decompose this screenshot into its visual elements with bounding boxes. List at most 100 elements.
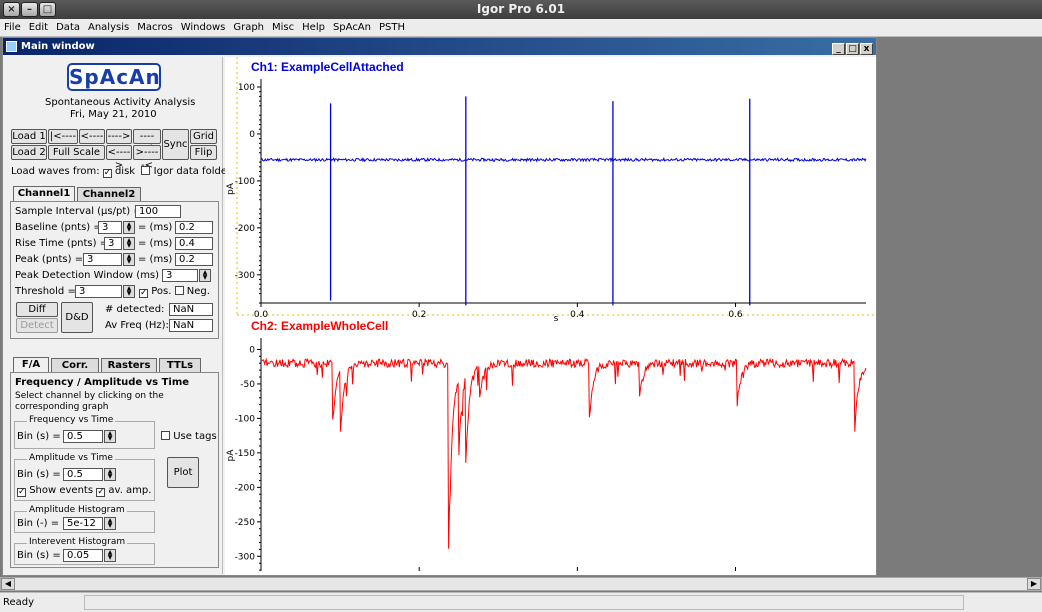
rise-time-label: Rise Time (pnts) = xyxy=(15,238,109,249)
baseline-label: Baseline (pnts) = xyxy=(15,222,102,233)
ch2-y-tick-label-3: -150 xyxy=(235,449,256,459)
menu-bar: File Edit Data Analysis Macros Windows Graph Mi… xyxy=(0,19,1042,37)
baseline-pnts-field[interactable]: 3 xyxy=(98,221,122,234)
grid-button[interactable]: Grid xyxy=(190,129,217,144)
tab-channel1[interactable]: Channel1 xyxy=(13,186,75,201)
sample-interval-label: Sample Interval (µs/pt) = xyxy=(15,206,142,217)
detected-label: # detected: xyxy=(105,304,165,315)
ch2-y-tick-label-1: -50 xyxy=(240,380,255,390)
menu-edit[interactable]: Edit xyxy=(25,19,52,37)
menu-psth[interactable]: PSTH xyxy=(375,19,409,37)
scroll-right-icon[interactable]: ▶ xyxy=(1027,578,1041,590)
tab-corr[interactable]: Corr. xyxy=(51,358,99,372)
hist-bin-stepper[interactable]: ▲ ▼ xyxy=(104,517,116,530)
maximize-window-icon[interactable]: □ xyxy=(39,2,56,17)
baseline-ms-field[interactable]: 0.2 xyxy=(175,221,213,234)
freq-bin-stepper[interactable]: ▲ ▼ xyxy=(104,430,116,443)
first-page-button[interactable]: |<---- xyxy=(48,129,78,144)
load-from-row: Load waves from: ✓ disk Igor data folder xyxy=(11,166,231,178)
load1-button[interactable]: Load 1 xyxy=(11,129,47,144)
peak-stepper[interactable]: ▲ ▼ xyxy=(123,253,135,266)
spacan-logo: SpAcAn xyxy=(67,63,161,91)
menu-help[interactable]: Help xyxy=(298,19,329,37)
rise-time-stepper[interactable]: ▲ ▼ xyxy=(123,237,135,250)
menu-graph[interactable]: Graph xyxy=(229,19,268,37)
use-tags-checkbox[interactable] xyxy=(161,431,170,440)
ch1-y-label: pA xyxy=(226,182,236,195)
ch2-y-tick-label-2: -100 xyxy=(235,414,256,424)
menu-analysis[interactable]: Analysis xyxy=(84,19,133,37)
peak-window-field[interactable]: 3 xyxy=(162,269,198,282)
close-window-icon[interactable]: × xyxy=(3,2,20,17)
horizontal-scrollbar[interactable]: ◀ ▶ xyxy=(0,577,1042,591)
close-icon[interactable]: x xyxy=(860,43,873,55)
tab-rasters[interactable]: Rasters xyxy=(101,358,157,372)
freq-bin-field[interactable]: 0.5 xyxy=(63,430,103,443)
expand-button[interactable]: >-----< xyxy=(133,145,161,171)
menu-macros[interactable]: Macros xyxy=(133,19,176,37)
rise-time-pnts-field[interactable]: 3 xyxy=(104,237,122,250)
amp-bin-stepper[interactable]: ▲ ▼ xyxy=(104,468,116,481)
disk-checkbox[interactable]: ✓ xyxy=(102,169,112,178)
tab-fa[interactable]: F/A xyxy=(13,357,49,372)
igor-folder-checkbox[interactable] xyxy=(141,166,151,175)
baseline-stepper[interactable]: ▲ ▼ xyxy=(123,221,135,234)
menu-spacan[interactable]: SpAcAn xyxy=(329,19,375,37)
neg-checkbox[interactable] xyxy=(174,286,184,295)
ch1-title: Ch1: ExampleCellAttached xyxy=(251,60,404,74)
tab-channel2[interactable]: Channel2 xyxy=(77,187,141,201)
threshold-field[interactable]: 3 xyxy=(75,285,122,298)
load-from-label: Load waves from: xyxy=(11,166,100,177)
freq-bin-label: Bin (s) = xyxy=(17,431,61,442)
menu-windows[interactable]: Windows xyxy=(177,19,230,37)
peak-pnts-field[interactable]: 3 xyxy=(83,253,122,266)
diff-button[interactable]: Diff xyxy=(16,302,58,317)
rise-time-ms-label: = (ms) xyxy=(138,238,173,249)
rise-time-ms-field[interactable]: 0.4 xyxy=(175,237,213,250)
plot-button[interactable]: Plot xyxy=(167,457,199,488)
sample-interval-field[interactable]: 100 xyxy=(135,205,181,218)
graphs-svg[interactable]: Ch1: ExampleCellAttached 100 0 -100 -200 -300… xyxy=(225,57,876,575)
iei-group-title: Interevent Histogram xyxy=(27,537,128,547)
sync-button[interactable]: Sync xyxy=(162,129,189,160)
iei-bin-field[interactable]: 0.05 xyxy=(63,549,103,562)
peak-window-stepper[interactable]: ▲ ▼ xyxy=(199,269,211,282)
ch1-y-tick-label-0: 100 xyxy=(238,83,255,93)
av-amp-label: av. amp. xyxy=(108,485,152,496)
menu-misc[interactable]: Misc xyxy=(268,19,298,37)
tab-ttls[interactable]: TTLs xyxy=(159,358,201,372)
peak-window-label: Peak Detection Window (ms) = xyxy=(15,270,171,281)
ch1-x-tick-label-2: 0.4 xyxy=(570,310,585,320)
dd-button[interactable]: D&D xyxy=(61,302,93,333)
flip-button[interactable]: Flip xyxy=(190,145,217,160)
full-scale-button[interactable]: Full Scale xyxy=(48,145,105,160)
ch1-x-tick-label-1: 0.2 xyxy=(412,310,426,320)
last-page-button[interactable]: ---->| xyxy=(133,129,161,155)
hist-bin-field[interactable]: 5e-12 xyxy=(63,517,103,530)
load2-button[interactable]: Load 2 xyxy=(11,145,47,160)
pos-checkbox[interactable]: ✓ xyxy=(139,289,148,298)
next-page-button[interactable]: ----> xyxy=(106,129,132,144)
prev-page-button[interactable]: <---- xyxy=(79,129,105,144)
window-system-icon[interactable] xyxy=(6,41,17,52)
menu-file[interactable]: File xyxy=(0,19,25,37)
shrink-button[interactable]: <----> xyxy=(106,145,132,171)
show-events-label: Show events xyxy=(29,485,94,496)
av-amp-checkbox[interactable]: ✓ xyxy=(96,488,106,497)
amp-bin-field[interactable]: 0.5 xyxy=(63,468,103,481)
minimize-icon[interactable]: _ xyxy=(832,43,845,55)
restore-icon[interactable]: □ xyxy=(846,43,859,55)
menu-data[interactable]: Data xyxy=(52,19,84,37)
detect-button[interactable]: Detect xyxy=(16,318,58,333)
peak-ms-field[interactable]: 0.2 xyxy=(175,253,213,266)
fa-description-2: corresponding graph xyxy=(15,402,109,412)
scroll-left-icon[interactable]: ◀ xyxy=(1,578,15,590)
show-events-checkbox[interactable]: ✓ xyxy=(17,488,26,497)
hist-bin-label: Bin (-) = xyxy=(17,518,60,529)
fa-heading: Frequency / Amplitude vs Time xyxy=(15,377,190,388)
graph-area[interactable]: Ch1: ExampleCellAttached 100 0 -100 -200 -300… xyxy=(225,57,876,575)
iei-bin-stepper[interactable]: ▲ ▼ xyxy=(104,549,116,562)
threshold-stepper[interactable]: ▲ ▼ xyxy=(123,285,135,298)
minimize-window-icon[interactable]: – xyxy=(21,2,38,17)
baseline-ms-label: = (ms) xyxy=(138,222,173,233)
